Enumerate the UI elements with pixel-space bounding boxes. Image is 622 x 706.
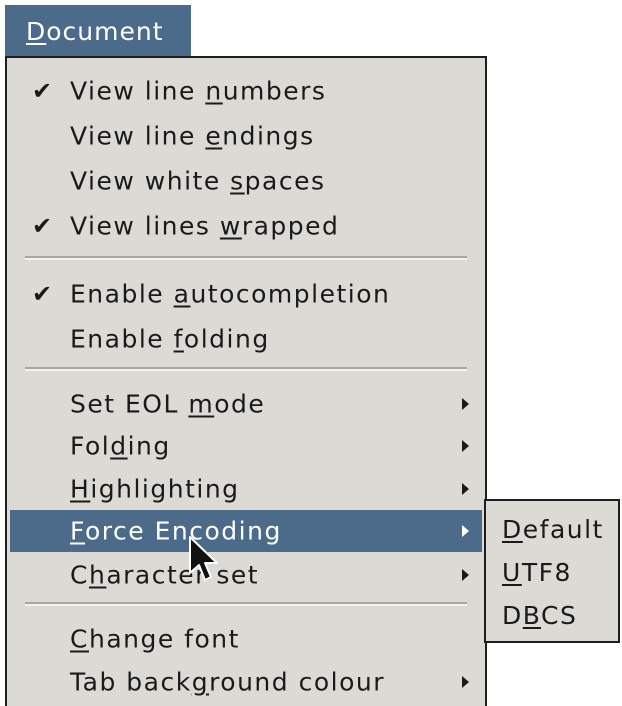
menu-item-label: View line endings — [70, 121, 315, 151]
checkmark-icon: ✔ — [32, 212, 54, 240]
submenu-arrow-icon — [462, 398, 469, 410]
menu-item-label: Folding — [70, 431, 171, 461]
menu-item-label: View lines wrapped — [70, 211, 340, 241]
menu-separator — [25, 256, 467, 260]
menu-item-view-line-endings[interactable]: View line endings — [10, 115, 482, 157]
menu-item-view-white-spaces[interactable]: View white spaces — [10, 160, 482, 202]
menu-item-label: View line numbers — [70, 76, 327, 106]
menu-item-character-set[interactable]: Character set — [10, 554, 482, 596]
menu-item-label: View white spaces — [70, 166, 326, 196]
menu-item-label: Highlighting — [70, 474, 240, 504]
submenu-arrow-icon — [462, 483, 469, 495]
menu-item-view-lines-wrapped[interactable]: ✔ View lines wrapped — [10, 205, 482, 247]
menu-item-folding[interactable]: Folding — [10, 425, 482, 467]
submenu-item-utf8[interactable]: UTF8 — [502, 552, 572, 594]
document-menu-title[interactable]: Document — [5, 5, 191, 58]
checkmark-icon: ✔ — [32, 280, 54, 308]
menu-item-view-line-numbers[interactable]: ✔ View line numbers — [10, 70, 482, 112]
menu-item-set-eol-mode[interactable]: Set EOL mode — [10, 383, 482, 425]
menu-item-label: Change font — [70, 624, 240, 654]
checkmark-icon: ✔ — [32, 77, 54, 105]
menu-item-highlighting[interactable]: Highlighting — [10, 468, 482, 510]
menu-item-label: Tab background colour — [70, 667, 385, 697]
menu-item-change-font[interactable]: Change font — [10, 618, 482, 660]
menu-item-label: Force Encoding — [70, 516, 282, 546]
submenu-item-dbcs[interactable]: DBCS — [502, 595, 577, 637]
menu-item-enable-folding[interactable]: Enable folding — [10, 318, 482, 360]
submenu-arrow-icon — [462, 569, 469, 581]
menu-item-label: Enable folding — [70, 324, 270, 354]
menu-title-mnemonic: D — [26, 17, 47, 46]
menu-item-enable-autocompletion[interactable]: ✔ Enable autocompletion — [10, 273, 482, 315]
submenu-item-default[interactable]: Default — [502, 509, 604, 551]
menu-item-force-encoding[interactable]: Force Encoding — [10, 510, 482, 552]
menu-item-label: Set EOL mode — [70, 389, 266, 419]
submenu-arrow-icon — [462, 525, 469, 537]
menu-item-tab-background-colour[interactable]: Tab background colour — [10, 661, 482, 703]
menu-item-label: Character set — [70, 560, 260, 590]
submenu-arrow-icon — [462, 676, 469, 688]
menu-title-rest: ocument — [46, 17, 164, 46]
menu-separator — [25, 367, 467, 371]
submenu-arrow-icon — [462, 440, 469, 452]
menu-item-label: Enable autocompletion — [70, 279, 391, 309]
force-encoding-submenu: Default UTF8 DBCS — [484, 499, 620, 643]
document-menu: ✔ View line numbers View line endings Vi… — [5, 56, 487, 706]
menu-separator — [25, 602, 467, 606]
